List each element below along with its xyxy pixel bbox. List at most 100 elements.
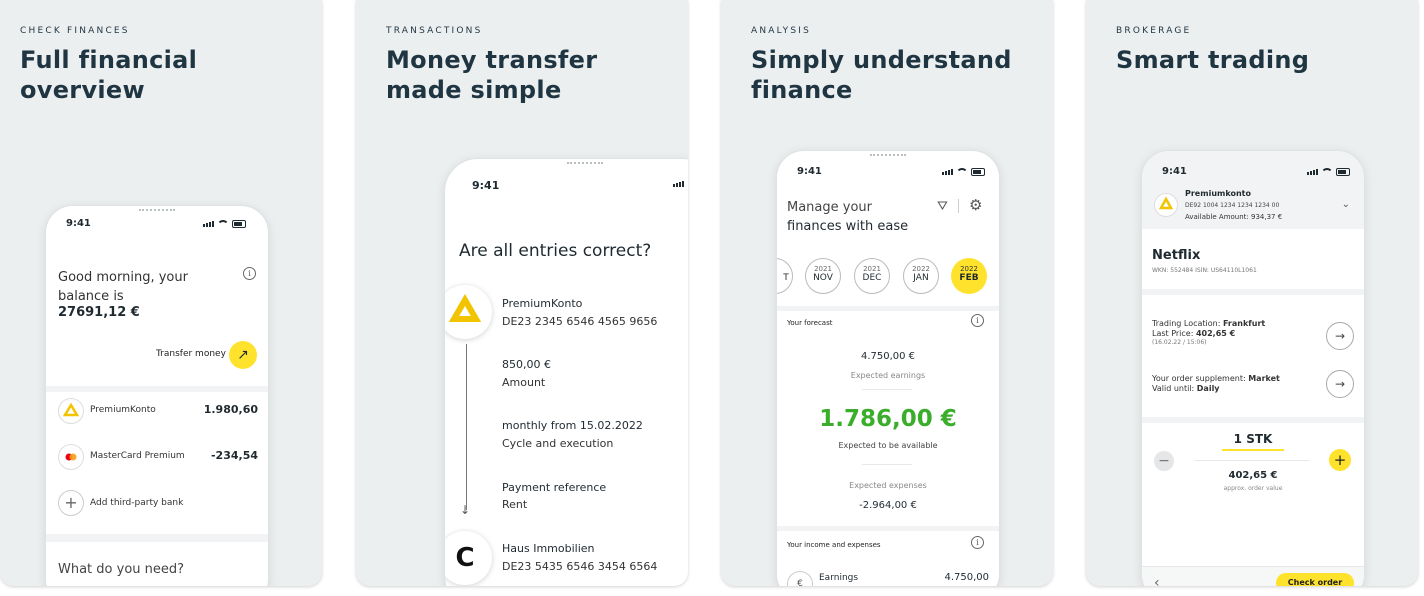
analysis-heading-line2: finances with ease (787, 219, 909, 234)
wifi-icon (217, 220, 229, 228)
account-name: MasterCard Premium (90, 451, 185, 461)
order-supplement-row[interactable]: Your order supplement: Market Valid unti… (1152, 370, 1354, 404)
battery-icon (971, 168, 985, 176)
divider (46, 534, 268, 542)
decrease-quantity-button[interactable]: − (1154, 451, 1174, 471)
info-icon[interactable]: i (243, 267, 256, 280)
status-icons (942, 168, 985, 176)
earnings-value: 4.750,00 € (860, 351, 916, 362)
month-pill[interactable]: 2021 NOV (805, 258, 841, 294)
card-title-line1: Money transfer (386, 46, 598, 74)
plus-icon: + (58, 490, 84, 516)
card-title-line1: Simply understand (751, 46, 1012, 74)
card-title-line2: overview (20, 76, 145, 104)
commerzbank-logo-icon (445, 285, 492, 339)
status-time: 9:41 (797, 166, 822, 177)
analysis-heading-line1: Manage your (787, 200, 873, 215)
account-amount: 1.980,60 (203, 403, 258, 416)
promo-card-transactions: TRANSACTIONS Money transfer made simple … (356, 0, 688, 586)
earnings-row[interactable]: € Earnings 4.750,00 (787, 569, 989, 586)
divider (1194, 460, 1310, 461)
order-supplement: Your order supplement: Market (1152, 374, 1354, 383)
valid-until-value: Daily (1196, 384, 1220, 393)
account-row-mastercard[interactable]: MasterCard Premium -234,54 (58, 444, 258, 470)
month-pill[interactable]: 2021 DEC (854, 258, 890, 294)
greeting: Good morning, your balance is (58, 268, 188, 306)
card-tag: TRANSACTIONS (386, 26, 483, 36)
phone-transfer: 9:41 Are all entries correct? ↓ PremiumK… (444, 158, 688, 586)
order-value-label: approx. order value (1223, 485, 1283, 492)
status-time: 9:41 (472, 179, 500, 192)
greeting-line2: balance is (58, 289, 124, 304)
month-label: FEB (959, 273, 979, 283)
month-pill[interactable]: T (777, 258, 793, 294)
divider (46, 386, 268, 392)
chevron-down-icon[interactable]: ⌄ (1342, 199, 1350, 210)
quantity-value[interactable]: 1 STK (1142, 432, 1364, 446)
back-chevron-icon[interactable]: ‹ (1154, 575, 1160, 586)
divider (777, 526, 999, 531)
trading-location-label: Trading Location: (1152, 319, 1223, 328)
valid-until: Valid until: Daily (1152, 384, 1354, 393)
card-title-line1: Smart trading (1116, 46, 1310, 74)
month-year: 2022 (912, 265, 930, 273)
transfer-money-button[interactable]: ↗ (229, 341, 257, 369)
card-title: Full financial overview (20, 45, 310, 105)
filter-icon[interactable]: ⛛ (937, 199, 948, 214)
check-order-button[interactable]: Check order (1276, 573, 1354, 586)
month-year: 2021 (863, 265, 881, 273)
month-pill-active[interactable]: 2022 FEB (951, 258, 987, 294)
total-balance: 27691,12 € (58, 305, 140, 320)
transfer-money-label[interactable]: Transfer money (156, 349, 226, 359)
trading-location-row[interactable]: Trading Location: Frankfurt Last Price: … (1152, 319, 1354, 355)
promo-card-analysis: ANALYSIS Simply understand finance 9:41 … (721, 0, 1053, 586)
income-title: Your income and expenses (787, 541, 881, 549)
confirm-heading: Are all entries correct? (459, 241, 652, 261)
analysis-heading: Manage your finances with ease (787, 198, 908, 236)
commerzbank-logo-icon (1154, 193, 1178, 217)
order-supplement-value: Market (1248, 374, 1280, 383)
month-year: 2021 (814, 265, 832, 273)
expenses-label: Expected expenses (849, 481, 927, 490)
status-icons (1307, 168, 1350, 176)
battery-icon (1336, 168, 1350, 176)
promo-card-brokerage: BROKERAGE Smart trading 9:41 Premiumkont… (1086, 0, 1418, 586)
month-selector: T 2021 NOV 2021 DEC 2022 JAN 2022 FEB (777, 258, 999, 294)
amount-value: 850,00 € (502, 358, 551, 371)
month-label: NOV (813, 273, 833, 283)
account-row-premiumkonto[interactable]: PremiumKonto 1.980,60 (58, 398, 258, 424)
arrow-right-icon[interactable]: → (1326, 370, 1354, 398)
signal-icon (1307, 169, 1318, 175)
add-bank-row[interactable]: + Add third-party bank (58, 490, 258, 516)
wifi-icon (1321, 168, 1333, 176)
account-header[interactable]: 9:41 Premiumkonto DE92 1004 1234 1234 12… (1142, 151, 1364, 229)
recipient-initial: C (455, 543, 475, 573)
timeline-line (466, 344, 467, 510)
info-icon[interactable]: i (971, 536, 984, 549)
increase-quantity-button[interactable]: + (1329, 449, 1351, 471)
mastercard-icon (58, 444, 84, 470)
reference-value: Payment reference (502, 481, 607, 494)
last-price-label: Last Price: (1152, 329, 1196, 338)
phone-analysis: 9:41 Manage your finances with ease ⛛ ⚙ … (776, 150, 1000, 586)
settings-gear-icon[interactable]: ⚙ (969, 196, 982, 214)
month-pill[interactable]: 2022 JAN (903, 258, 939, 294)
month-label: DEC (862, 273, 882, 283)
available-label: Expected to be available (838, 441, 938, 450)
arrow-down-icon: ↓ (460, 503, 471, 517)
reference-label: Rent (502, 498, 528, 511)
card-title: Smart trading (1116, 45, 1406, 75)
month-year: 2022 (960, 265, 978, 273)
recipient-avatar: C (445, 531, 492, 585)
status-icons (203, 220, 246, 228)
card-tag: BROKERAGE (1116, 26, 1192, 36)
card-title: Money transfer made simple (386, 45, 676, 105)
month-year (777, 265, 792, 273)
earnings-row-value: 4.750,00 (944, 572, 989, 583)
order-supplement-label: Your order supplement: (1152, 374, 1249, 383)
earnings-icon: € (787, 571, 813, 586)
info-icon[interactable]: i (971, 314, 984, 327)
arrow-right-icon[interactable]: → (1326, 322, 1354, 350)
divider (1142, 289, 1364, 295)
bottom-bar: ‹ Check order (1142, 566, 1364, 586)
